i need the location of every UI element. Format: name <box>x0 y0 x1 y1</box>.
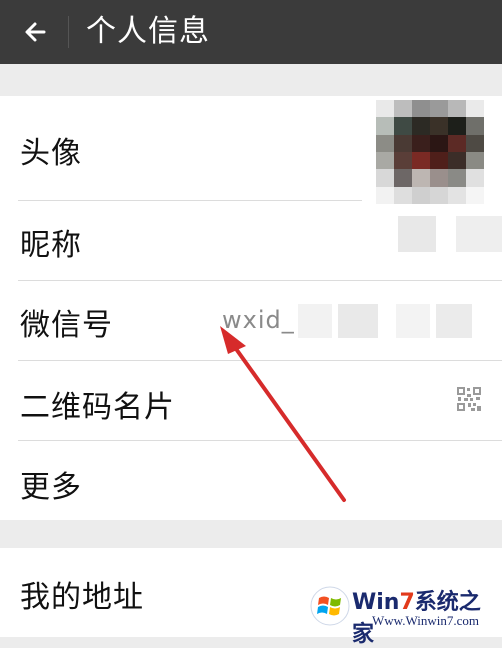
profile-info-group: 头像 昵称 微信号 wxid_ 二维码名片 更多 <box>0 96 502 520</box>
row-label: 我的地址 <box>20 580 144 615</box>
wechat-id-blurred <box>338 304 378 338</box>
avatar[interactable] <box>376 100 484 204</box>
page-title: 个人信息 <box>86 14 210 49</box>
nickname-value-blurred <box>398 216 436 252</box>
row-more[interactable]: 更多 <box>0 440 502 520</box>
top-bar: 个人信息 <box>0 0 502 64</box>
row-wechat-id[interactable]: 微信号 wxid_ <box>0 280 502 360</box>
windows-logo-icon <box>310 586 350 626</box>
row-label: 更多 <box>20 470 82 505</box>
watermark-url: Www.Winwin7.com <box>372 613 479 628</box>
wechat-id-blurred <box>396 304 430 338</box>
row-label: 头像 <box>20 136 82 171</box>
row-label: 昵称 <box>20 228 82 263</box>
qr-code-icon <box>456 386 482 412</box>
back-button[interactable] <box>14 10 58 54</box>
arrow-left-icon <box>25 22 46 42</box>
watermark: Win7系统之家 Www.Winwin7.com <box>306 580 502 647</box>
wechat-id-blurred <box>436 304 472 338</box>
nickname-value-blurred <box>456 216 502 252</box>
row-label: 微信号 <box>20 308 113 343</box>
row-nickname[interactable]: 昵称 <box>0 200 502 280</box>
row-label: 二维码名片 <box>20 390 175 425</box>
wechat-id-value: wxid_ <box>222 306 295 334</box>
row-qr-card[interactable]: 二维码名片 <box>0 360 502 440</box>
toolbar-divider <box>68 16 69 48</box>
row-avatar[interactable]: 头像 <box>0 96 502 204</box>
wechat-id-blurred <box>298 304 332 338</box>
